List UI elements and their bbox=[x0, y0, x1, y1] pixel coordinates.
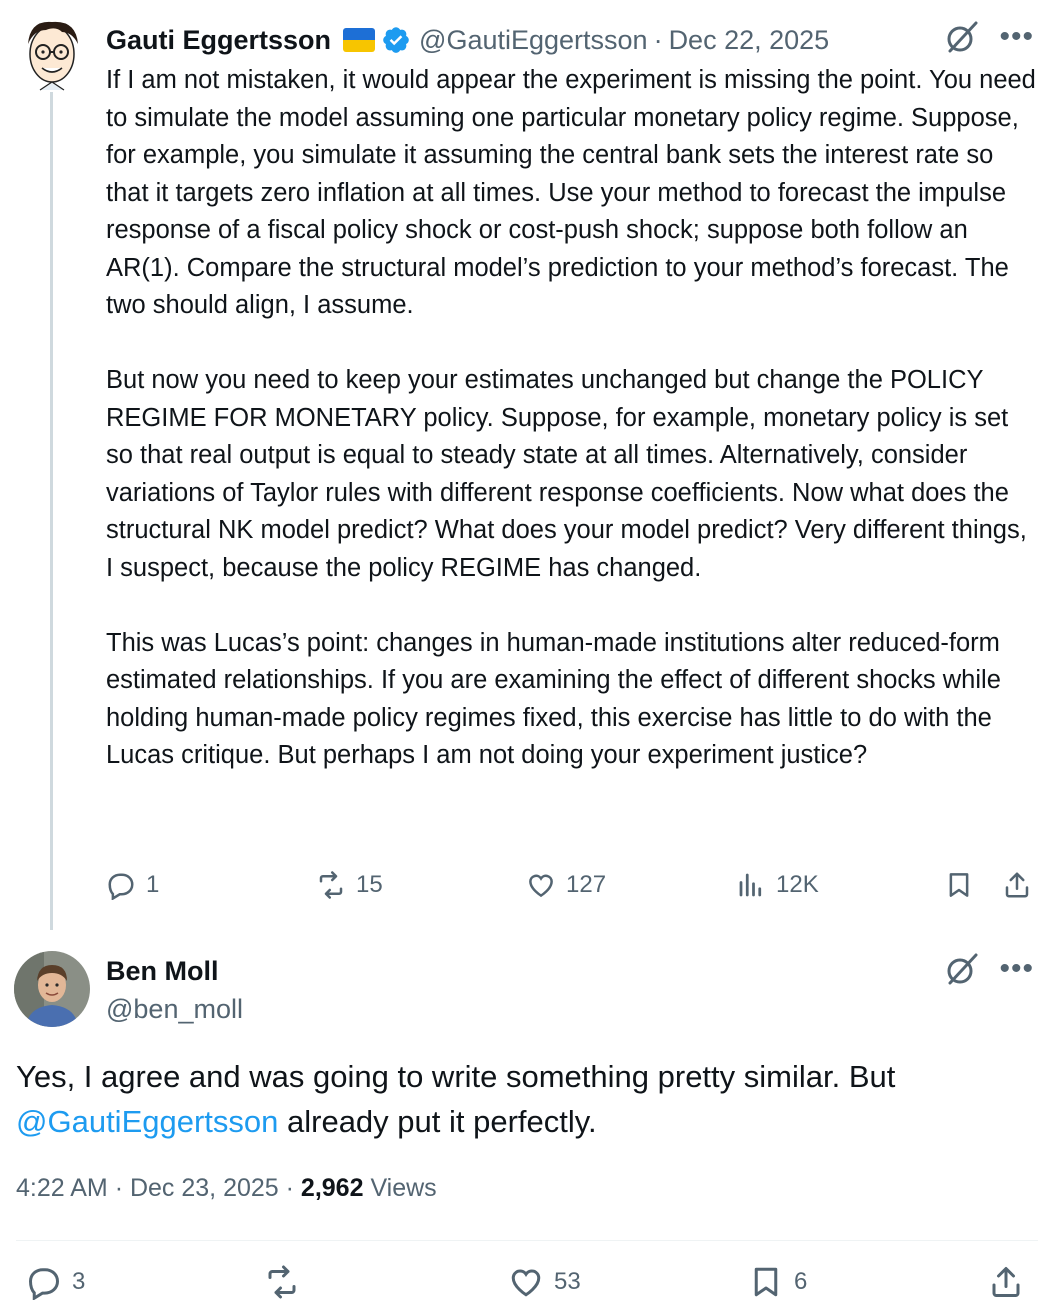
like-button[interactable]: 53 bbox=[508, 1264, 581, 1300]
thread-connector-line bbox=[50, 92, 53, 930]
separator-dot: · bbox=[653, 24, 663, 55]
separator-dot: · bbox=[114, 1174, 124, 1202]
flag-icon bbox=[343, 28, 376, 52]
repost-count: 15 bbox=[356, 871, 383, 898]
bookmark-icon bbox=[949, 873, 969, 897]
bookmark-button[interactable]: 6 bbox=[748, 1264, 807, 1300]
share-icon bbox=[992, 1267, 1020, 1297]
views-icon bbox=[739, 873, 762, 897]
reply-paragraph: This was Lucas’s point: changes in human… bbox=[106, 628, 1001, 770]
post-date[interactable]: Dec 23, 2025 bbox=[130, 1174, 279, 1202]
more-icon[interactable]: ••• bbox=[999, 954, 1034, 984]
views-button[interactable]: 12K bbox=[736, 870, 819, 900]
avatar[interactable] bbox=[16, 14, 88, 94]
post-date[interactable]: Dec 22, 2025 bbox=[669, 25, 830, 56]
reply-text: If I am not mistaken, it would appear th… bbox=[106, 62, 1036, 775]
share-button[interactable] bbox=[1002, 870, 1032, 900]
share-button[interactable] bbox=[988, 1264, 1024, 1300]
author-name[interactable]: Gauti Eggertsson bbox=[106, 25, 331, 56]
reply-icon bbox=[108, 873, 134, 900]
repost-icon bbox=[319, 871, 343, 899]
separator-dot: · bbox=[285, 1174, 294, 1202]
bookmark-icon bbox=[754, 1267, 778, 1297]
post-text-end: already put it perfectly. bbox=[278, 1104, 597, 1139]
like-icon bbox=[511, 1269, 541, 1297]
reply-paragraph: But now you need to keep your estimates … bbox=[106, 366, 1027, 582]
like-count: 127 bbox=[566, 871, 607, 898]
post-text: Yes, I agree and was going to write some… bbox=[16, 1054, 1036, 1144]
post-author: Ben Moll @ben_moll bbox=[106, 953, 243, 1029]
reply-paragraph: If I am not mistaken, it would appear th… bbox=[106, 66, 1036, 319]
like-icon bbox=[529, 874, 553, 898]
reply-top-actions: ••• bbox=[945, 20, 1034, 54]
divider bbox=[16, 1240, 1038, 1241]
post-action-bar: 3 53 6 bbox=[16, 1264, 1038, 1308]
post-top-actions: ••• bbox=[945, 952, 1034, 986]
author-name[interactable]: Ben Moll bbox=[106, 953, 243, 989]
like-button[interactable]: 127 bbox=[526, 870, 606, 900]
repost-button[interactable] bbox=[264, 1264, 300, 1300]
author-handle[interactable]: @GautiEggertsson bbox=[419, 25, 648, 56]
repost-button[interactable]: 15 bbox=[316, 870, 383, 900]
grok-icon[interactable] bbox=[945, 20, 979, 54]
more-icon[interactable]: ••• bbox=[999, 22, 1034, 52]
verified-badge-icon bbox=[383, 27, 409, 53]
reply-button[interactable]: 3 bbox=[26, 1264, 85, 1300]
repost-icon bbox=[268, 1265, 296, 1299]
post-views-label: Views bbox=[370, 1174, 437, 1202]
reply-header: Gauti Eggertsson @GautiEggertsson · Dec … bbox=[106, 22, 829, 58]
share-icon bbox=[1005, 872, 1029, 898]
avatar[interactable] bbox=[14, 951, 90, 1027]
mention-link[interactable]: @GautiEggertsson bbox=[16, 1104, 278, 1139]
like-count: 53 bbox=[554, 1268, 581, 1295]
author-handle[interactable]: @ben_moll bbox=[106, 989, 243, 1029]
post-time[interactable]: 4:22 AM bbox=[16, 1174, 108, 1202]
bookmark-button[interactable] bbox=[944, 870, 974, 900]
bookmark-count: 6 bbox=[794, 1268, 808, 1295]
views-count: 12K bbox=[776, 871, 819, 898]
post-meta: 4:22 AM · Dec 23, 2025 · 2,962 Views bbox=[16, 1174, 437, 1203]
reply-icon bbox=[28, 1268, 60, 1300]
reply-count: 1 bbox=[146, 871, 160, 898]
reply-button[interactable]: 1 bbox=[106, 870, 159, 900]
reply-count: 3 bbox=[72, 1268, 86, 1295]
grok-icon[interactable] bbox=[945, 952, 979, 986]
reply-action-bar: 1 15 127 12K bbox=[106, 870, 1034, 910]
post-text-start: Yes, I agree and was going to write some… bbox=[16, 1059, 896, 1094]
post-views-count: 2,962 bbox=[300, 1174, 364, 1202]
